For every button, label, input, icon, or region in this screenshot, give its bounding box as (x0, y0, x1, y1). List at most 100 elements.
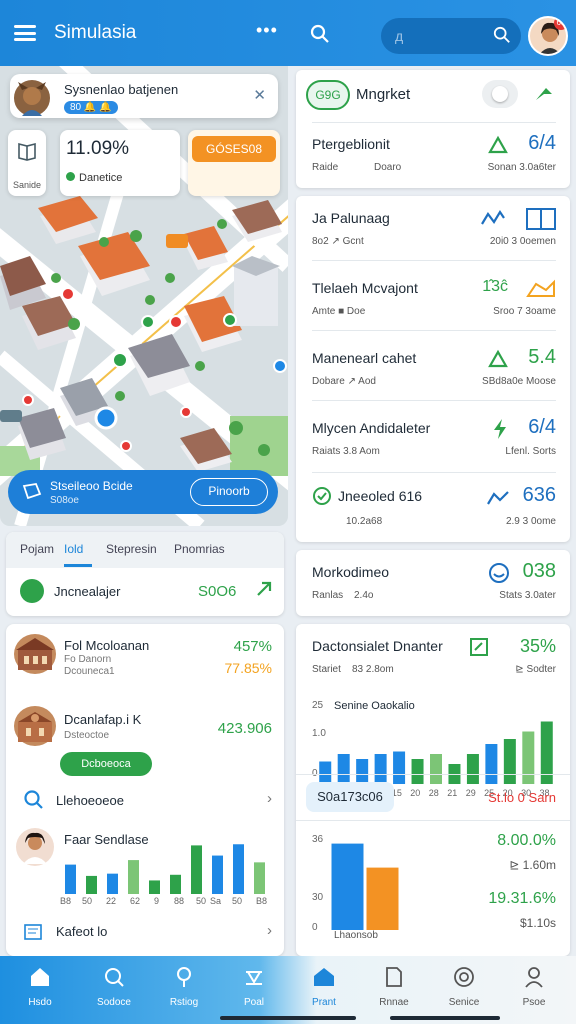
status-dot-icon (66, 172, 75, 181)
bar (128, 860, 139, 894)
city-map[interactable]: Sysnenlao batjenen 80 🔔 🔔 ✕ Sanide 11.09… (0, 66, 288, 526)
list-item-value: 457% (233, 638, 272, 655)
tab-row[interactable]: Jncnealajer S0O6 (20, 578, 274, 608)
nav-search[interactable]: Sodoce (84, 966, 144, 1008)
chart-icon (480, 208, 506, 235)
bar (356, 759, 369, 784)
chart-icon (526, 278, 556, 305)
stats-row-title: Manenearl cahet (312, 350, 417, 366)
market-pill[interactable]: G9G (306, 80, 350, 110)
list-item-title: Dcanlafap.i K (64, 712, 142, 727)
tabs-panel: Pojam Iold Stepresin Pnomrias Jncnealaje… (6, 532, 284, 616)
profile-card[interactable]: Sysnenlao batjenen 80 🔔 🔔 ✕ (10, 74, 278, 118)
menu-icon[interactable] (14, 25, 36, 41)
search-input[interactable]: д (381, 18, 521, 54)
nav-poal[interactable]: Poal (224, 966, 284, 1008)
smile-icon (488, 562, 510, 589)
tab-pojam[interactable]: Pojam (20, 542, 54, 556)
stats-row-sub-right: 2.9 3 0ome (505, 516, 556, 527)
search-icon (105, 968, 124, 987)
bar (233, 844, 244, 894)
nav-label: Sodoce (97, 997, 131, 1008)
list-action-label: Dcboeoca (81, 758, 131, 770)
list-item-title: Fol Mcoloanan (64, 638, 150, 653)
nav-home[interactable]: Hsdo (10, 966, 70, 1008)
nav-label: Psoe (522, 997, 546, 1008)
more-icon[interactable]: ••• (256, 20, 278, 41)
map-stat-card[interactable]: 11.09% Danetice (60, 130, 180, 196)
map-side-card[interactable]: Sanide (8, 130, 46, 196)
profile-icon (525, 967, 543, 988)
building-thumbnail (14, 706, 56, 746)
mini-x-label: 50 (196, 896, 207, 906)
left-list-panel: Fol Mcoloanan Fo Danorn Dcouneca1 457% 7… (6, 624, 284, 956)
bar (107, 873, 118, 894)
banner-button[interactable]: Pinoorb (190, 478, 268, 506)
map-orange-button[interactable]: GÓSES08 (192, 136, 276, 162)
toggle-switch[interactable] (482, 80, 518, 108)
stats-row-value: 6/4 (528, 416, 556, 438)
user-avatar[interactable]: 61 (528, 16, 568, 56)
map-action-card[interactable]: GÓSES08 (188, 130, 280, 196)
comparison-value-2: 19.31.6% (488, 890, 556, 907)
list-item[interactable]: Kafeot lo › (6, 920, 284, 946)
market-row-sub-right: Sonan 3.0a6ter (487, 162, 556, 173)
bar (393, 751, 406, 784)
divider (296, 820, 570, 821)
mini-x-label: 88 (174, 896, 185, 906)
stats-row-title: Jneeoled 616 (338, 488, 423, 504)
y-tick: 36 (312, 834, 324, 845)
ticket-icon (22, 482, 42, 505)
stats-row-sub-right: SBd8a0e Moose (482, 376, 556, 387)
list-item-sub2: Dcouneca1 (64, 666, 115, 677)
house-icon (314, 968, 334, 986)
analytics-sub-right: ⊵ Sodter (515, 664, 556, 675)
nav-profile[interactable]: Psoe (504, 966, 564, 1008)
list-item-title: Kafeot lo (56, 924, 108, 939)
nav-active-underline (390, 1016, 500, 1020)
nav-rnnae[interactable]: Rnnae (364, 966, 424, 1008)
market-detail-card[interactable]: Morkodimeo Ranlas 2.4o 038 Stats 3.0ater (296, 550, 570, 616)
divider (312, 472, 556, 473)
market-card[interactable]: G9G Mngrket Ptergeblionit Raide Doaro 6/… (296, 70, 570, 188)
search-icon[interactable] (310, 24, 330, 49)
home-icon (31, 968, 49, 986)
bar (466, 754, 479, 784)
list-item[interactable]: Llehoeoeoe › (6, 788, 284, 814)
banner-subtitle: S08oe (50, 495, 79, 506)
bar (503, 739, 516, 784)
mini-x-label: 62 (130, 896, 141, 906)
nav-prant[interactable]: Prant (294, 966, 354, 1008)
tab-iold[interactable]: Iold (64, 542, 83, 556)
side-label: Sanide (12, 180, 42, 190)
close-icon[interactable]: ✕ (253, 86, 266, 104)
stats-row-value: 636 (522, 484, 556, 506)
tab-pnomrias[interactable]: Pnomrias (174, 542, 225, 556)
recycle-icon (486, 134, 510, 161)
stats-row-sub: 10.2a68 (346, 516, 383, 527)
search-icon[interactable] (493, 26, 511, 49)
recycle-icon (486, 348, 510, 375)
bar (366, 867, 399, 930)
balance-pill[interactable]: S0a173c06 (306, 782, 394, 812)
nav-rating[interactable]: Rstiog (154, 966, 214, 1008)
analytics-value: 35% (519, 636, 556, 656)
list-action-button[interactable]: Dcboeoca (60, 752, 152, 776)
tab-stepresin[interactable]: Stepresin (106, 542, 157, 556)
chevron-right-icon: › (267, 922, 272, 939)
growth-icon: 1̂3ĉ (482, 278, 508, 295)
bar (254, 862, 265, 894)
map-banner[interactable]: Stseileoo Bcide S08oe Pinoorb (8, 470, 278, 514)
market-title: Mngrket (356, 86, 411, 103)
comparison-axis-label: Lhaonsob (334, 930, 378, 941)
nav-senice[interactable]: Senice (434, 966, 494, 1008)
mini-x-label: B8 (60, 896, 72, 906)
market-row-sub: Raide (312, 162, 339, 173)
lightning-icon (490, 418, 510, 445)
list-item-value: 423.906 (217, 720, 272, 737)
success-icon (312, 486, 332, 511)
stats-row-sub-right: 20i0 3 0oemen (489, 236, 556, 247)
stats-row-sub: Amte ■ Doe (312, 306, 366, 317)
analytics-sub2: 83 2.8om (352, 664, 394, 675)
chart-title: Senine Oaokalio (334, 700, 415, 712)
